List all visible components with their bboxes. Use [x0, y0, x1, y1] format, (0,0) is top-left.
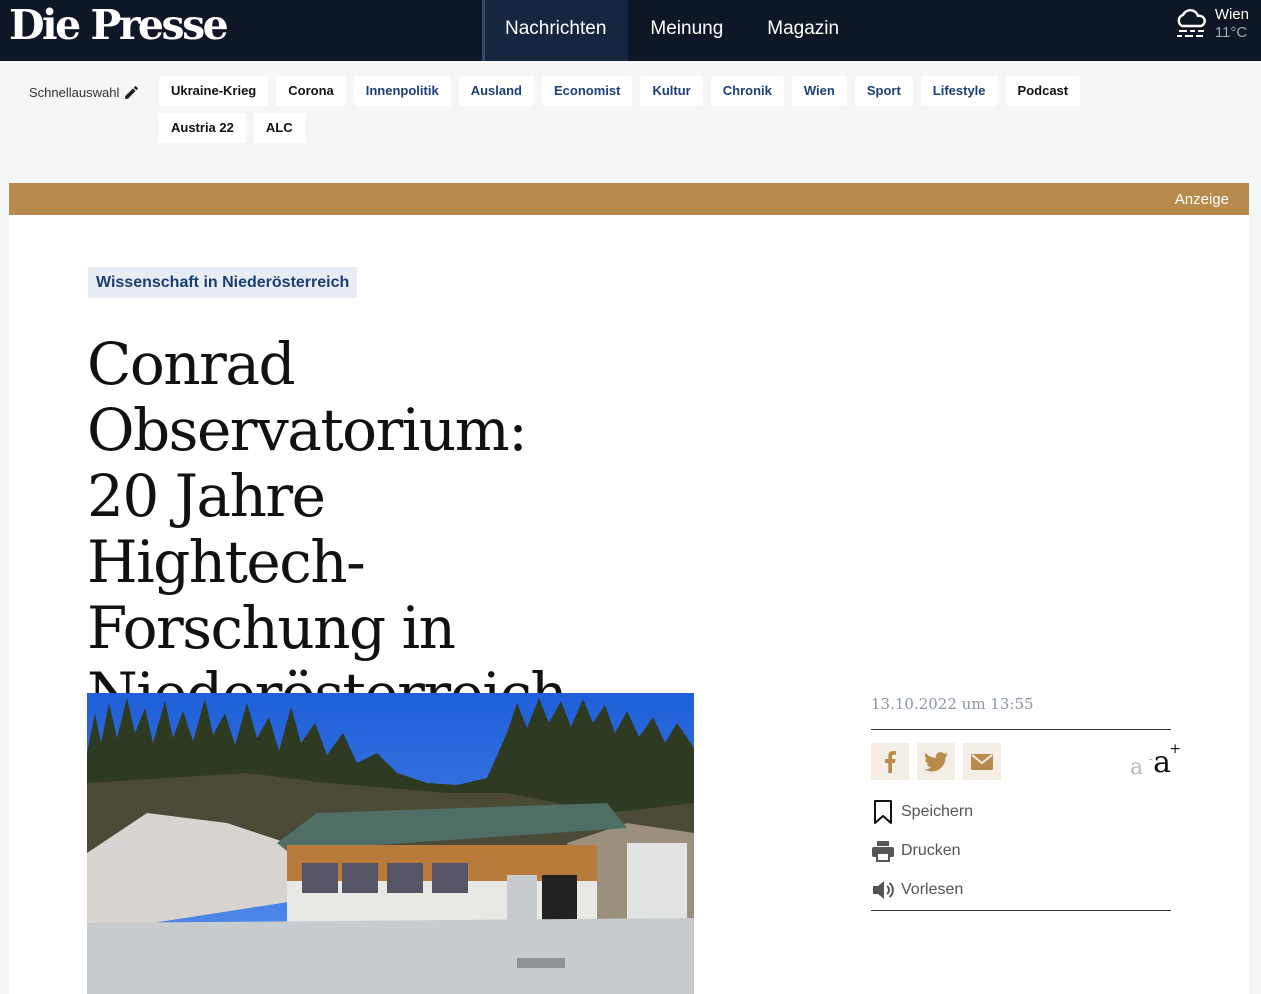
font-size-control: a- a +: [1130, 741, 1181, 780]
chip-ukraine-krieg[interactable]: Ukraine-Krieg: [159, 76, 269, 106]
article-kicker[interactable]: Wissenschaft in Niederösterreich: [88, 267, 358, 298]
main-nav: Nachrichten Meinung Magazin: [482, 0, 861, 61]
facebook-icon: [885, 750, 896, 773]
read-aloud-button[interactable]: Vorlesen: [871, 870, 1171, 909]
chip-innenpolitik[interactable]: Innenpolitik: [353, 76, 451, 106]
chip-alc[interactable]: ALC: [253, 113, 305, 143]
article-date: 13.10.2022 um 13:55: [871, 695, 1034, 713]
observatory-image: [87, 693, 694, 994]
chip-sport[interactable]: Sport: [854, 76, 913, 106]
font-size-decrease[interactable]: a-: [1130, 751, 1153, 780]
chip-kultur[interactable]: Kultur: [640, 76, 703, 106]
article-container: Wissenschaft in Niederösterreich Conrad …: [9, 215, 1249, 994]
mail-icon: [971, 753, 993, 770]
share-twitter-button[interactable]: [917, 743, 955, 780]
chip-wien[interactable]: Wien: [791, 76, 847, 106]
share-bar: a- a +: [871, 741, 1181, 780]
chip-corona[interactable]: Corona: [276, 76, 346, 106]
twitter-icon: [924, 751, 948, 771]
divider: [871, 729, 1171, 730]
weather-temp: 11°C: [1214, 24, 1248, 41]
nav-meinung[interactable]: Meinung: [628, 0, 745, 61]
article-meta: 13.10.2022 um 13:55 a- a + Speichern Dru…: [871, 695, 1181, 911]
chip-ausland[interactable]: Ausland: [458, 76, 534, 106]
printer-icon: [872, 840, 894, 862]
ad-banner: Anzeige: [9, 183, 1249, 215]
save-button[interactable]: Speichern: [871, 792, 1171, 831]
chip-chronik[interactable]: Chronik: [710, 76, 784, 106]
article-actions: Speichern Drucken Vorlesen: [871, 792, 1171, 909]
weather-city: Wien: [1214, 6, 1249, 23]
pencil-icon: [125, 86, 139, 99]
cloud-rain-icon: [1176, 9, 1206, 37]
top-bar: Die Presse Nachrichten Meinung Magazin W…: [0, 0, 1261, 61]
weather-widget[interactable]: Wien 11°C: [1173, 6, 1249, 42]
ad-label: Anzeige: [1174, 191, 1229, 208]
share-mail-button[interactable]: [963, 743, 1001, 780]
chip-lifestyle[interactable]: Lifestyle: [920, 76, 998, 106]
quick-nav-chips: Ukraine-Krieg Corona Innenpolitik Auslan…: [159, 76, 1139, 150]
share-facebook-button[interactable]: [871, 743, 909, 780]
chip-podcast[interactable]: Podcast: [1005, 76, 1081, 106]
print-button[interactable]: Drucken: [871, 831, 1171, 870]
quick-nav-label[interactable]: Schnellauswahl: [29, 84, 140, 101]
chip-economist[interactable]: Economist: [542, 76, 633, 106]
chip-austria-22[interactable]: Austria 22: [159, 113, 246, 143]
site-logo[interactable]: Die Presse: [9, 2, 229, 48]
nav-magazin[interactable]: Magazin: [745, 0, 861, 61]
bookmark-icon: [874, 799, 892, 824]
article-title: Conrad Observatorium: 20 Jahre Hightech-…: [87, 330, 568, 727]
speaker-icon: [873, 880, 894, 899]
divider-bottom: [871, 910, 1171, 911]
nav-nachrichten[interactable]: Nachrichten: [482, 0, 629, 61]
article-photo: [87, 693, 694, 994]
font-size-increase[interactable]: a +: [1153, 741, 1181, 780]
